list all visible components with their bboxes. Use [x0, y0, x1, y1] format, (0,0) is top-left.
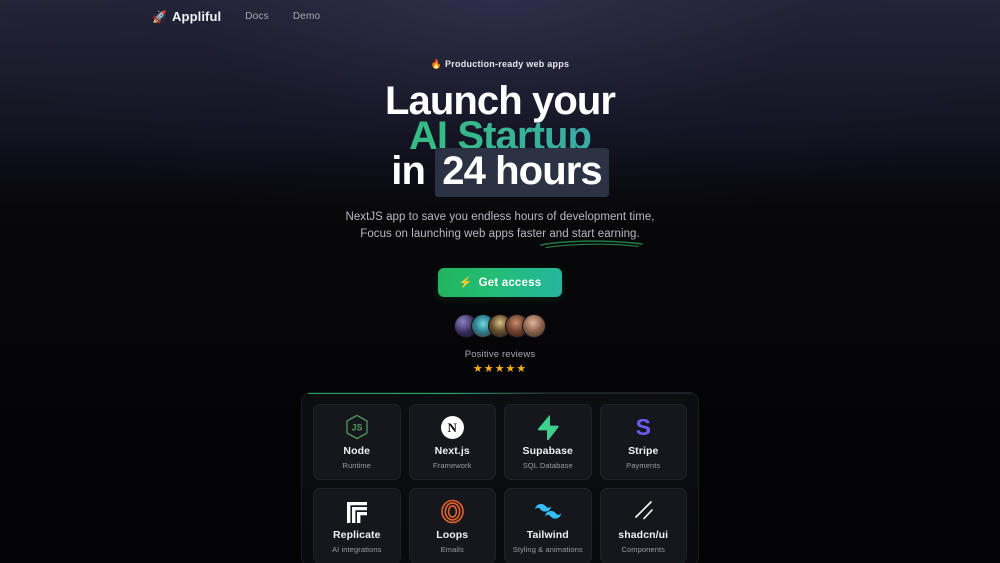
stack-card-title: Stripe [628, 445, 659, 457]
avatar [522, 314, 546, 338]
stack-card-title: Tailwind [526, 529, 569, 541]
stack-card-subtitle: Payments [626, 461, 661, 470]
stack-card-subtitle: Styling & animations [512, 545, 583, 554]
stack-card-tailwind[interactable]: Tailwind Styling & animations [504, 488, 592, 563]
get-access-button-label: Get access [478, 276, 542, 289]
social-proof: Positive reviews ★★★★★ [0, 314, 1000, 375]
replicate-bars-icon [345, 498, 369, 524]
fire-icon: 🔥 [430, 59, 443, 69]
nodejs-hexagon-icon: JS [345, 414, 369, 440]
shadcn-slashes-icon [631, 498, 655, 524]
stack-card-loops[interactable]: Loops Emails [408, 488, 496, 563]
stack-card-shadcn[interactable]: shadcn/ui Components [599, 488, 687, 563]
tailwind-waves-icon [534, 498, 562, 524]
nextjs-circle-icon: N [440, 414, 464, 440]
brand-logo[interactable]: 🚀 Appliful [152, 9, 221, 24]
stack-card-subtitle: Components [621, 545, 666, 554]
loops-rings-icon [440, 498, 465, 524]
get-access-button[interactable]: ⚡ Get access [437, 268, 563, 297]
tech-stack-panel: JS Node Runtime N Next.js Framework Supa… [301, 392, 699, 563]
stack-card-subtitle: Emails [440, 545, 464, 554]
stack-card-title: Replicate [332, 529, 381, 541]
page-title: Launch your AI Startup in 24 hours [0, 81, 1000, 197]
lightning-bolt-icon: ⚡ [458, 277, 473, 289]
supabase-bolt-icon [537, 414, 559, 440]
stack-card-stripe[interactable]: S Stripe Payments [599, 404, 687, 480]
subtitle-line-1: NextJS app to save you endless hours of … [345, 211, 655, 223]
tech-stack-grid: JS Node Runtime N Next.js Framework Supa… [313, 404, 687, 563]
stack-card-title: Supabase [522, 445, 573, 457]
stack-card-node[interactable]: JS Node Runtime [313, 404, 401, 480]
stripe-s-icon: S [635, 413, 651, 440]
stack-card-title: Loops [436, 529, 469, 541]
rocket-icon: 🚀 [152, 9, 168, 24]
headline-line-3: in 24 hours [0, 148, 1000, 197]
headline-highlight: 24 hours [435, 148, 609, 197]
stack-card-supabase[interactable]: Supabase SQL Database [504, 404, 592, 480]
stack-card-title: Node [343, 445, 371, 457]
hero-subtitle: NextJS app to save you endless hours of … [0, 209, 1000, 249]
brand-name: Appliful [172, 9, 222, 24]
landing-page: 🚀 Appliful Docs Demo 🔥 Production-ready … [0, 0, 1000, 563]
cta-wrapper: ⚡ Get access [0, 268, 1000, 297]
stack-card-replicate[interactable]: Replicate AI integrations [313, 488, 401, 563]
stack-card-subtitle: AI integrations [332, 545, 382, 554]
hero-badge: 🔥 Production-ready web apps [0, 59, 1000, 70]
green-underline-squiggle [540, 240, 643, 249]
stack-card-title: Next.js [434, 445, 470, 457]
subtitle-underlined-phrase: start earning. [540, 226, 643, 249]
positive-reviews-label: Positive reviews [464, 349, 536, 360]
nav-link-demo[interactable]: Demo [293, 11, 320, 22]
avatar-group [454, 314, 546, 338]
nav-link-docs[interactable]: Docs [245, 11, 269, 22]
svg-text:JS: JS [351, 423, 362, 433]
headline-line-3-prefix: in [391, 149, 436, 193]
stack-card-subtitle: Framework [433, 461, 472, 470]
star-rating: ★★★★★ [472, 363, 528, 375]
stack-card-subtitle: SQL Database [522, 461, 573, 470]
stack-card-title: shadcn/ui [618, 529, 669, 541]
stack-card-subtitle: Runtime [342, 461, 372, 470]
top-navigation: 🚀 Appliful Docs Demo [152, 9, 320, 24]
stack-card-nextjs[interactable]: N Next.js Framework [408, 404, 496, 480]
hero-badge-text: Production-ready web apps [444, 59, 570, 69]
